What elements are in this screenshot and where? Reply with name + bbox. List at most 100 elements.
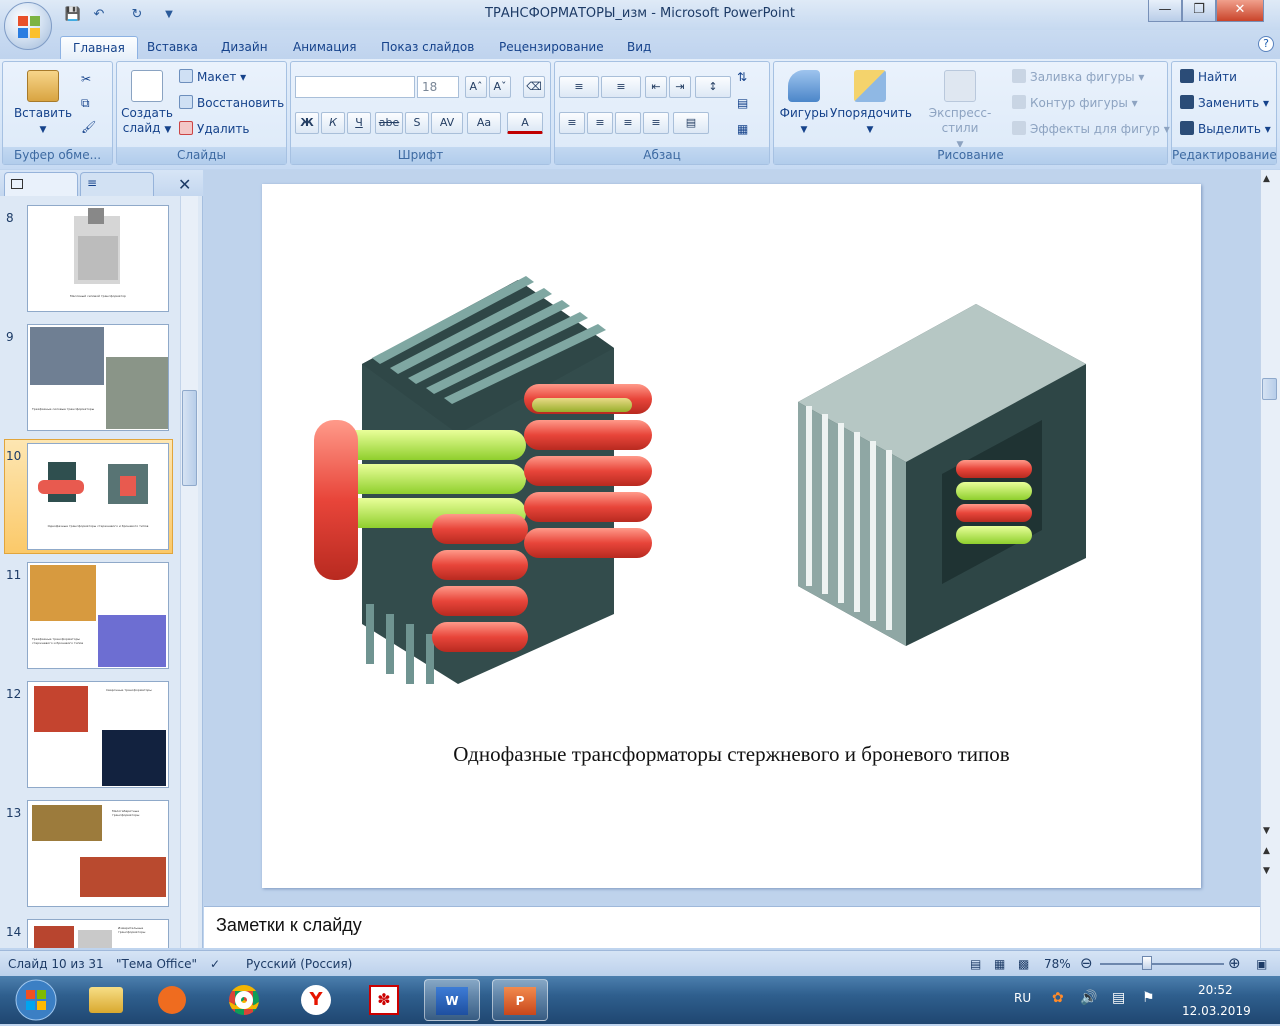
copy-icon[interactable]: ⧉ bbox=[81, 94, 90, 112]
shadow-button[interactable]: S bbox=[405, 112, 429, 134]
justify-icon[interactable]: ≡ bbox=[643, 112, 669, 134]
flag-icon[interactable]: ⚑ bbox=[1142, 990, 1155, 1006]
shrink-font-icon[interactable]: Aˇ bbox=[489, 76, 511, 98]
powerpoint-icon[interactable]: P bbox=[492, 979, 548, 1021]
close-button[interactable]: ✕ bbox=[1216, 0, 1264, 22]
slide-thumbnail-10[interactable]: Однофазные трансформаторы стержневого и … bbox=[27, 443, 169, 550]
increase-indent-icon[interactable]: ⇥ bbox=[669, 76, 691, 98]
find-button[interactable]: Найти bbox=[1180, 68, 1237, 86]
network-icon[interactable]: ▤ bbox=[1112, 990, 1125, 1006]
slide-scrollbar[interactable]: ▲ ▼ ▲ ▼ bbox=[1260, 170, 1280, 948]
tab-design[interactable]: Дизайн bbox=[209, 36, 280, 60]
slides-tab[interactable] bbox=[4, 172, 78, 196]
scroll-thumb[interactable] bbox=[182, 390, 197, 486]
tab-review[interactable]: Рецензирование bbox=[487, 36, 616, 60]
slide-thumbnail-11[interactable]: Трехфазные трансформаторы стержневого и … bbox=[27, 562, 169, 669]
slide-canvas[interactable] bbox=[262, 184, 1201, 888]
font-name-combo[interactable] bbox=[295, 76, 415, 98]
text-direction-icon[interactable]: ⇅ bbox=[737, 68, 747, 86]
italic-button[interactable]: К bbox=[321, 112, 345, 134]
scroll-down-icon[interactable]: ▼ bbox=[1263, 826, 1270, 836]
zoom-in-icon[interactable]: ⊕ bbox=[1228, 954, 1241, 972]
align-left-icon[interactable]: ≡ bbox=[559, 112, 585, 134]
help-icon[interactable]: ? bbox=[1258, 36, 1274, 52]
clear-format-icon[interactable]: ⌫ bbox=[523, 76, 545, 98]
chrome-icon[interactable] bbox=[216, 979, 272, 1021]
tab-animation[interactable]: Анимация bbox=[281, 36, 368, 60]
slide-thumbnail-8[interactable]: Масляный силовой трансформатор bbox=[27, 205, 169, 312]
sorter-view-icon[interactable]: ▦ bbox=[994, 957, 1005, 971]
spacing-button[interactable]: AV bbox=[431, 112, 463, 134]
layout-button[interactable]: Макет ▾ bbox=[179, 68, 246, 86]
decrease-indent-icon[interactable]: ⇤ bbox=[645, 76, 667, 98]
arrange-button[interactable]: Упорядочить ▼ bbox=[830, 70, 912, 138]
explorer-icon[interactable] bbox=[78, 979, 134, 1021]
shapes-button[interactable]: Фигуры ▼ bbox=[776, 70, 832, 138]
align-right-icon[interactable]: ≡ bbox=[615, 112, 641, 134]
cut-icon[interactable]: ✂ bbox=[81, 70, 91, 88]
zoom-level[interactable]: 78% bbox=[1044, 957, 1071, 971]
start-button[interactable] bbox=[2, 977, 62, 1023]
line-spacing-icon[interactable]: ↕ bbox=[695, 76, 731, 98]
fit-to-window-icon[interactable]: ▣ bbox=[1256, 957, 1267, 971]
minimize-button[interactable]: — bbox=[1148, 0, 1182, 22]
thumbnails-scrollbar[interactable] bbox=[180, 196, 198, 948]
tab-view[interactable]: Вид bbox=[615, 36, 663, 60]
quick-styles-button[interactable]: Экспресс-стили ▼ bbox=[914, 70, 1006, 153]
outline-tab[interactable]: ≡ bbox=[80, 172, 154, 196]
replace-button[interactable]: Заменить ▾ bbox=[1180, 94, 1269, 112]
shape-fill-button[interactable]: Заливка фигуры ▾ bbox=[1012, 68, 1144, 86]
slide-caption[interactable]: Однофазные трансформаторы стержневого и … bbox=[262, 742, 1201, 767]
numbering-icon[interactable]: ≡ bbox=[601, 76, 641, 98]
tab-insert[interactable]: Вставка bbox=[135, 36, 210, 60]
spellcheck-icon[interactable]: ✓ bbox=[210, 957, 220, 971]
reset-button[interactable]: Восстановить bbox=[179, 94, 284, 112]
bold-button[interactable]: Ж bbox=[295, 112, 319, 134]
font-size-combo[interactable]: 18 bbox=[417, 76, 459, 98]
maximize-button[interactable]: ❐ bbox=[1182, 0, 1216, 22]
align-center-icon[interactable]: ≡ bbox=[587, 112, 613, 134]
bullets-icon[interactable]: ≡ bbox=[559, 76, 599, 98]
scroll-thumb[interactable] bbox=[1262, 378, 1277, 400]
tab-home[interactable]: Главная bbox=[60, 36, 138, 60]
slide-thumbnail-12[interactable]: Сварочные трансформаторы bbox=[27, 681, 169, 788]
new-slide-button[interactable]: Создать слайд ▼ bbox=[121, 70, 173, 138]
change-case-button[interactable]: Aa bbox=[467, 112, 501, 134]
smartart-icon[interactable]: ▦ bbox=[737, 120, 748, 138]
theme-name[interactable]: "Тема Office" bbox=[116, 957, 197, 971]
font-color-button[interactable]: A bbox=[507, 112, 543, 134]
avast-icon[interactable]: ✿ bbox=[1052, 990, 1064, 1006]
paste-button[interactable]: Вставить ▼ bbox=[13, 70, 73, 138]
select-button[interactable]: Выделить ▾ bbox=[1180, 120, 1271, 138]
keyboard-language[interactable]: RU bbox=[1014, 991, 1031, 1005]
word-icon[interactable]: W bbox=[424, 979, 480, 1021]
normal-view-icon[interactable]: ▤ bbox=[970, 957, 981, 971]
yandex-browser-icon[interactable]: Y bbox=[288, 979, 344, 1021]
delete-slide-button[interactable]: Удалить bbox=[179, 120, 250, 138]
shape-outline-button[interactable]: Контур фигуры ▾ bbox=[1012, 94, 1138, 112]
clock-time[interactable]: 20:52 bbox=[1198, 983, 1233, 997]
zoom-out-icon[interactable]: ⊖ bbox=[1080, 954, 1093, 972]
acrobat-icon[interactable]: ✽ bbox=[356, 979, 412, 1021]
previous-slide-icon[interactable]: ▲ bbox=[1263, 846, 1270, 856]
slide-thumbnail-13[interactable]: Малогабаритные трансформаторы bbox=[27, 800, 169, 907]
format-painter-icon[interactable]: 🖌 bbox=[81, 118, 96, 136]
language-indicator[interactable]: Русский (Россия) bbox=[246, 957, 352, 971]
slideshow-view-icon[interactable]: ▩ bbox=[1018, 957, 1029, 971]
volume-icon[interactable]: 🔊 bbox=[1080, 990, 1097, 1006]
grow-font-icon[interactable]: Aˆ bbox=[465, 76, 487, 98]
slide-thumbnail-14[interactable]: Измерительные трансформаторы bbox=[27, 919, 169, 948]
strikethrough-button[interactable]: abe bbox=[375, 112, 403, 134]
close-pane-icon[interactable]: ✕ bbox=[178, 175, 191, 194]
underline-button[interactable]: Ч bbox=[347, 112, 371, 134]
notes-pane[interactable] bbox=[204, 906, 1260, 948]
tab-slideshow[interactable]: Показ слайдов bbox=[369, 36, 486, 60]
zoom-thumb[interactable] bbox=[1142, 956, 1152, 970]
clock-date[interactable]: 12.03.2019 bbox=[1182, 1004, 1251, 1018]
office-button[interactable] bbox=[4, 2, 52, 50]
columns-icon[interactable]: ▤ bbox=[673, 112, 709, 134]
slide-thumbnail-9[interactable]: Трехфазные силовые трансформаторы bbox=[27, 324, 169, 431]
shape-effects-button[interactable]: Эффекты для фигур ▾ bbox=[1012, 120, 1170, 138]
scroll-up-icon[interactable]: ▲ bbox=[1263, 174, 1270, 184]
zoom-slider[interactable] bbox=[1100, 963, 1224, 965]
